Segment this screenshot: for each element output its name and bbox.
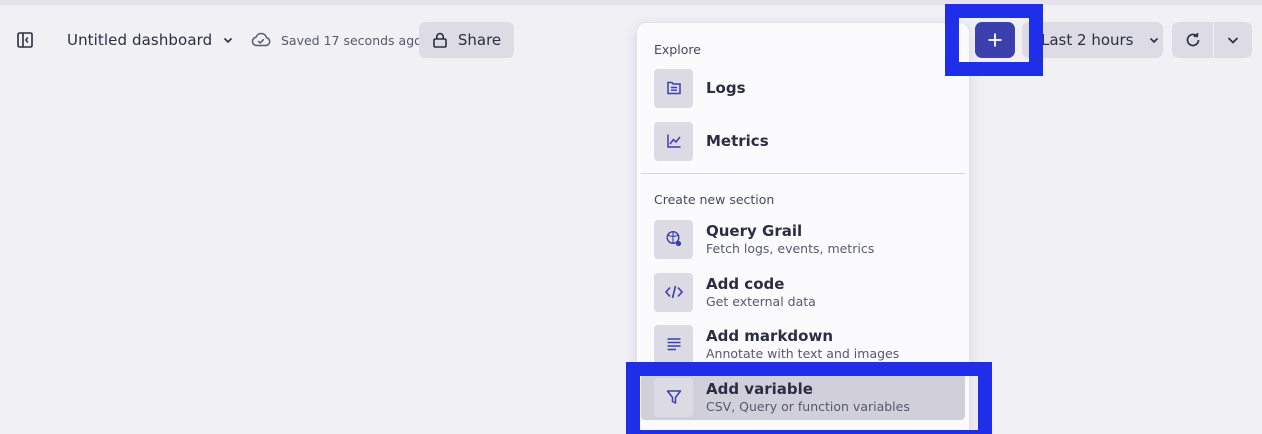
menu-item-label: Add variable — [706, 379, 813, 398]
share-button[interactable]: Share — [419, 22, 514, 58]
menu-item-label: Query Grail — [706, 221, 803, 240]
dashboard-title-dropdown[interactable]: Untitled dashboard — [67, 27, 234, 53]
lock-icon — [433, 32, 447, 48]
code-icon — [654, 272, 693, 312]
chevron-down-icon — [1149, 37, 1158, 44]
refresh-options-button[interactable] — [1214, 22, 1252, 58]
timeframe-label: Last 2 hours — [1041, 31, 1134, 49]
menu-item-label: Add markdown — [706, 326, 834, 345]
sidebar-toggle-button[interactable] — [14, 29, 36, 51]
plus-icon — [988, 33, 1002, 47]
menu-item-description: Fetch logs, events, metrics — [706, 240, 875, 256]
timeframe-selector[interactable]: Last 2 hours — [1022, 22, 1163, 58]
dashboard-title: Untitled dashboard — [67, 31, 213, 49]
menu-item-add-markdown[interactable]: Add markdown Annotate with text and imag… — [641, 321, 965, 367]
add-menu: Explore Logs Metrics Create new section — [636, 22, 970, 434]
explore-section-title: Explore — [654, 42, 701, 57]
metrics-icon — [654, 121, 693, 161]
query-grail-icon — [654, 219, 693, 259]
chevron-down-icon — [1227, 37, 1239, 44]
menu-item-query-grail[interactable]: Query Grail Fetch logs, events, metrics — [641, 216, 965, 262]
create-section-title: Create new section — [654, 192, 775, 207]
menu-item-description: Annotate with text and images — [706, 345, 900, 361]
menu-item-label: Add code — [706, 274, 785, 293]
chevron-down-icon — [224, 37, 233, 44]
refresh-icon — [1186, 32, 1199, 47]
save-status: Saved 17 seconds ago — [250, 29, 422, 51]
logs-icon — [654, 68, 693, 108]
menu-item-description: CSV, Query or function variables — [706, 398, 910, 414]
menu-item-description: Get external data — [706, 293, 816, 309]
menu-item-add-code[interactable]: Add code Get external data — [641, 269, 965, 315]
refresh-button[interactable] — [1172, 22, 1213, 58]
menu-divider — [641, 173, 965, 174]
share-button-label: Share — [457, 31, 502, 49]
menu-item-metrics[interactable]: Metrics — [641, 118, 965, 164]
menu-item-logs[interactable]: Logs — [641, 65, 965, 111]
filter-icon — [654, 377, 693, 417]
menu-item-label: Logs — [706, 78, 746, 97]
sidebar-toggle-icon — [17, 32, 33, 48]
menu-item-label: Metrics — [706, 131, 769, 150]
add-button[interactable] — [975, 22, 1015, 58]
markdown-icon — [654, 324, 693, 364]
saved-status-text: Saved 17 seconds ago — [281, 32, 422, 48]
top-strip — [0, 0, 1262, 5]
cloud-check-icon — [251, 32, 271, 47]
menu-item-add-variable[interactable]: Add variable CSV, Query or function vari… — [641, 374, 965, 420]
